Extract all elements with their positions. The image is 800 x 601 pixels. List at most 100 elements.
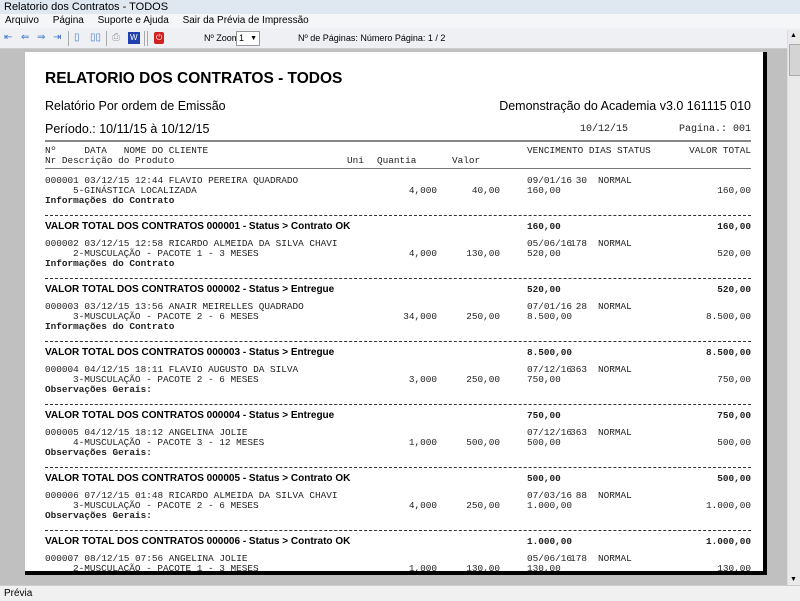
summary-label: VALOR TOTAL DOS CONTRATOS 000002 - Statu… <box>45 284 335 295</box>
quantity: 4,000 <box>408 500 437 511</box>
subtotal: 8.500,00 <box>527 311 573 322</box>
header-row2: Nr Descrição do Produto <box>45 155 175 166</box>
status: NORMAL <box>598 364 632 375</box>
subtotal: 500,00 <box>527 437 561 448</box>
dashed-separator <box>45 467 751 468</box>
quantity: 3,000 <box>408 374 437 385</box>
menu-pagina[interactable]: Página <box>53 15 84 26</box>
unit-value: 250,00 <box>466 374 500 385</box>
first-page-icon[interactable]: ⇤ <box>4 32 12 44</box>
summary-value: 160,00 <box>527 221 561 232</box>
vertical-scrollbar[interactable]: ▲ ▼ <box>787 30 800 585</box>
unit-value: 500,00 <box>466 437 500 448</box>
contract-info: Informações do Contrato <box>45 258 175 269</box>
line-total: 750,00 <box>717 374 751 385</box>
report-period: Período.: 10/11/15 à 10/12/15 <box>45 122 210 136</box>
contract-info: Observações Gerais: <box>45 510 152 521</box>
summary-value: 500,00 <box>527 473 561 484</box>
subtotal: 130,00 <box>527 563 561 574</box>
summary-total: 750,00 <box>717 410 751 421</box>
company-name: Demonstração do Academia v3.0 161115 010 <box>499 99 751 113</box>
report-date: 10/12/15 <box>580 124 629 135</box>
zoom-value: 1 <box>239 33 245 43</box>
days: 88 <box>575 490 587 501</box>
quantity: 4,000 <box>408 248 437 259</box>
line-total: 8.500,00 <box>705 311 751 322</box>
line-total: 1.000,00 <box>705 500 751 511</box>
subtotal: 1.000,00 <box>527 500 573 511</box>
menu-bar: Arquivo Página Suporte e Ajuda Sair da P… <box>0 14 800 28</box>
status: NORMAL <box>598 553 632 564</box>
summary-total: 520,00 <box>717 284 751 295</box>
unit-value: 250,00 <box>466 311 500 322</box>
days: 178 <box>570 553 587 564</box>
zoom-select[interactable]: 1 ▼ <box>236 31 260 46</box>
product-desc: 2-MUSCULAÇÃO - PACOTE 1 - 3 MESES <box>73 563 259 574</box>
summary-total: 500,00 <box>717 473 751 484</box>
summary-value: 750,00 <box>527 410 561 421</box>
status: NORMAL <box>598 238 632 249</box>
days: 363 <box>570 427 587 438</box>
status: NORMAL <box>598 175 632 186</box>
chevron-down-icon: ▼ <box>250 35 257 42</box>
unit-value: 40,00 <box>471 185 500 196</box>
zoom-label: Nº Zoom <box>204 33 240 43</box>
scrollbar-thumb[interactable] <box>789 44 800 76</box>
dashed-separator <box>45 278 751 279</box>
summary-label: VALOR TOTAL DOS CONTRATOS 000006 - Statu… <box>45 536 351 547</box>
prev-page-icon[interactable]: ⇐ <box>21 32 29 44</box>
two-pages-icon[interactable]: ▯▯ <box>90 32 101 44</box>
menu-arquivo[interactable]: Arquivo <box>5 15 39 26</box>
contract-info: Observações Gerais: <box>45 384 152 395</box>
word-export-icon[interactable]: W <box>128 32 140 44</box>
toolbar: ⇤ ⇐ ⇒ ⇥ ▯ ▯▯ ⎙ W ⏻ Nº Zoom 1 ▼ Nº de Pági… <box>0 28 800 49</box>
dashed-separator <box>45 341 751 342</box>
summary-value: 520,00 <box>527 284 561 295</box>
status-bar: Prévia <box>0 585 800 600</box>
header-quantia: Quantia <box>377 155 417 166</box>
line-total: 500,00 <box>717 437 751 448</box>
page-count: Nº de Páginas: Número Página: 1 / 2 <box>298 33 446 43</box>
status: NORMAL <box>598 301 632 312</box>
report-title: RELATORIO DOS CONTRATOS - TODOS <box>45 70 343 87</box>
subtotal: 160,00 <box>527 185 561 196</box>
quantity: 34,000 <box>403 311 437 322</box>
summary-total: 1.000,00 <box>705 536 751 547</box>
next-page-icon[interactable]: ⇒ <box>37 32 45 44</box>
status: NORMAL <box>598 427 632 438</box>
summary-label: VALOR TOTAL DOS CONTRATOS 000005 - Statu… <box>45 473 351 484</box>
page-number: Pagina.: 001 <box>678 124 751 135</box>
menu-sair[interactable]: Sair da Prévia de Impressão <box>183 15 309 26</box>
summary-total: 8.500,00 <box>705 347 751 358</box>
print-icon[interactable]: ⎙ <box>112 32 120 44</box>
window-title: Relatorio dos Contratos - TODOS <box>0 0 800 14</box>
preview-area: RELATORIO DOS CONTRATOS - TODOS Relatóri… <box>0 49 787 585</box>
summary-label: VALOR TOTAL DOS CONTRATOS 000003 - Statu… <box>45 347 335 358</box>
contract-info: Informações do Contrato <box>45 321 175 332</box>
report-page: RELATORIO DOS CONTRATOS - TODOS Relatóri… <box>25 52 767 575</box>
summary-total: 160,00 <box>717 221 751 232</box>
report-subtitle: Relatório Por ordem de Emissão <box>45 99 226 113</box>
summary-value: 8.500,00 <box>527 347 573 358</box>
status: NORMAL <box>598 490 632 501</box>
contract-info: Observações Gerais: <box>45 447 152 458</box>
subtotal: 520,00 <box>527 248 561 259</box>
last-page-icon[interactable]: ⇥ <box>53 32 61 44</box>
scroll-up-icon[interactable]: ▲ <box>790 32 797 39</box>
days: 28 <box>575 301 587 312</box>
days: 30 <box>575 175 587 186</box>
menu-suporte[interactable]: Suporte e Ajuda <box>98 15 169 26</box>
quantity: 1,000 <box>408 437 437 448</box>
scroll-down-icon[interactable]: ▼ <box>790 576 797 583</box>
close-preview-icon[interactable]: ⏻ <box>154 32 165 44</box>
days: 178 <box>570 238 587 249</box>
quantity: 4,000 <box>408 185 437 196</box>
header-vencimento: VENCIMENTO DIAS STATUS <box>527 145 651 156</box>
summary-value: 1.000,00 <box>527 536 573 547</box>
contract-info: Informações do Contrato <box>45 195 175 206</box>
unit-value: 130,00 <box>466 248 500 259</box>
unit-value: 130,00 <box>466 563 500 574</box>
unit-value: 250,00 <box>466 500 500 511</box>
subtotal: 750,00 <box>527 374 561 385</box>
single-page-icon[interactable]: ▯ <box>74 32 80 44</box>
